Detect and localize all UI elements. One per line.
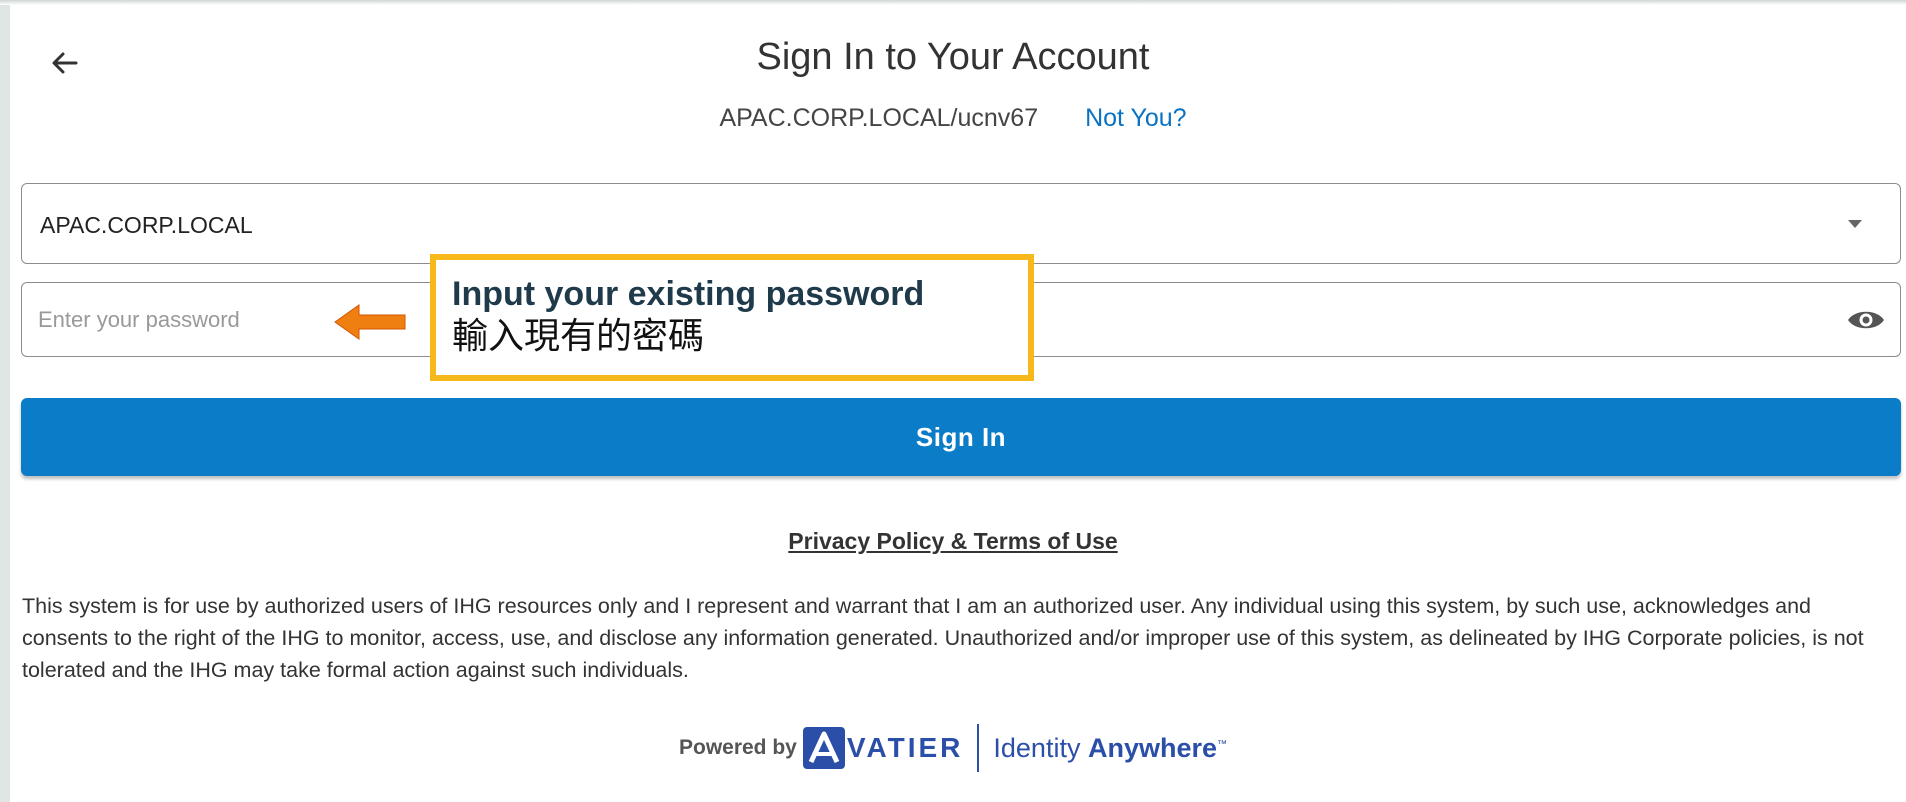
not-you-link[interactable]: Not You? (1085, 104, 1187, 132)
account-line: APAC.CORP.LOCAL/ucnv67 Not You? (0, 104, 1906, 133)
sign-in-button[interactable]: Sign In (21, 398, 1901, 476)
callout-english: Input your existing password (452, 275, 925, 313)
avatier-logo-icon (802, 727, 845, 769)
powered-by-label: Powered by (678, 736, 797, 759)
account-name: APAC.CORP.LOCAL/ucnv67 (719, 104, 1039, 132)
trademark-symbol: ™ (1217, 738, 1227, 750)
annotation-callout: Input your existing password 輸入現有的密碼 (430, 254, 1034, 381)
brand-name: VATIER (846, 732, 964, 763)
brand-divider (977, 724, 980, 772)
chevron-down-icon (1848, 220, 1862, 228)
product-name-bold: Anywhere (1087, 732, 1217, 763)
page-title: Sign In to Your Account (756, 36, 1150, 78)
domain-select[interactable]: APAC.CORP.LOCAL (21, 183, 1901, 264)
powered-by-footer: Powered by VATIER Identity Anywhere™ (0, 720, 1906, 776)
callout-chinese: 輸入現有的密碼 (452, 315, 705, 356)
arrow-left-icon (334, 304, 406, 340)
privacy-policy-link[interactable]: Privacy Policy & Terms of Use (0, 528, 1906, 555)
domain-selected-value: APAC.CORP.LOCAL (40, 212, 253, 238)
usage-notice: This system is for use by authorized use… (22, 594, 1864, 682)
product-name-light: Identity (993, 732, 1088, 763)
eye-icon[interactable] (1846, 303, 1886, 337)
product-name: Identity Anywhere™ (993, 733, 1227, 764)
top-shadow (0, 0, 1906, 5)
